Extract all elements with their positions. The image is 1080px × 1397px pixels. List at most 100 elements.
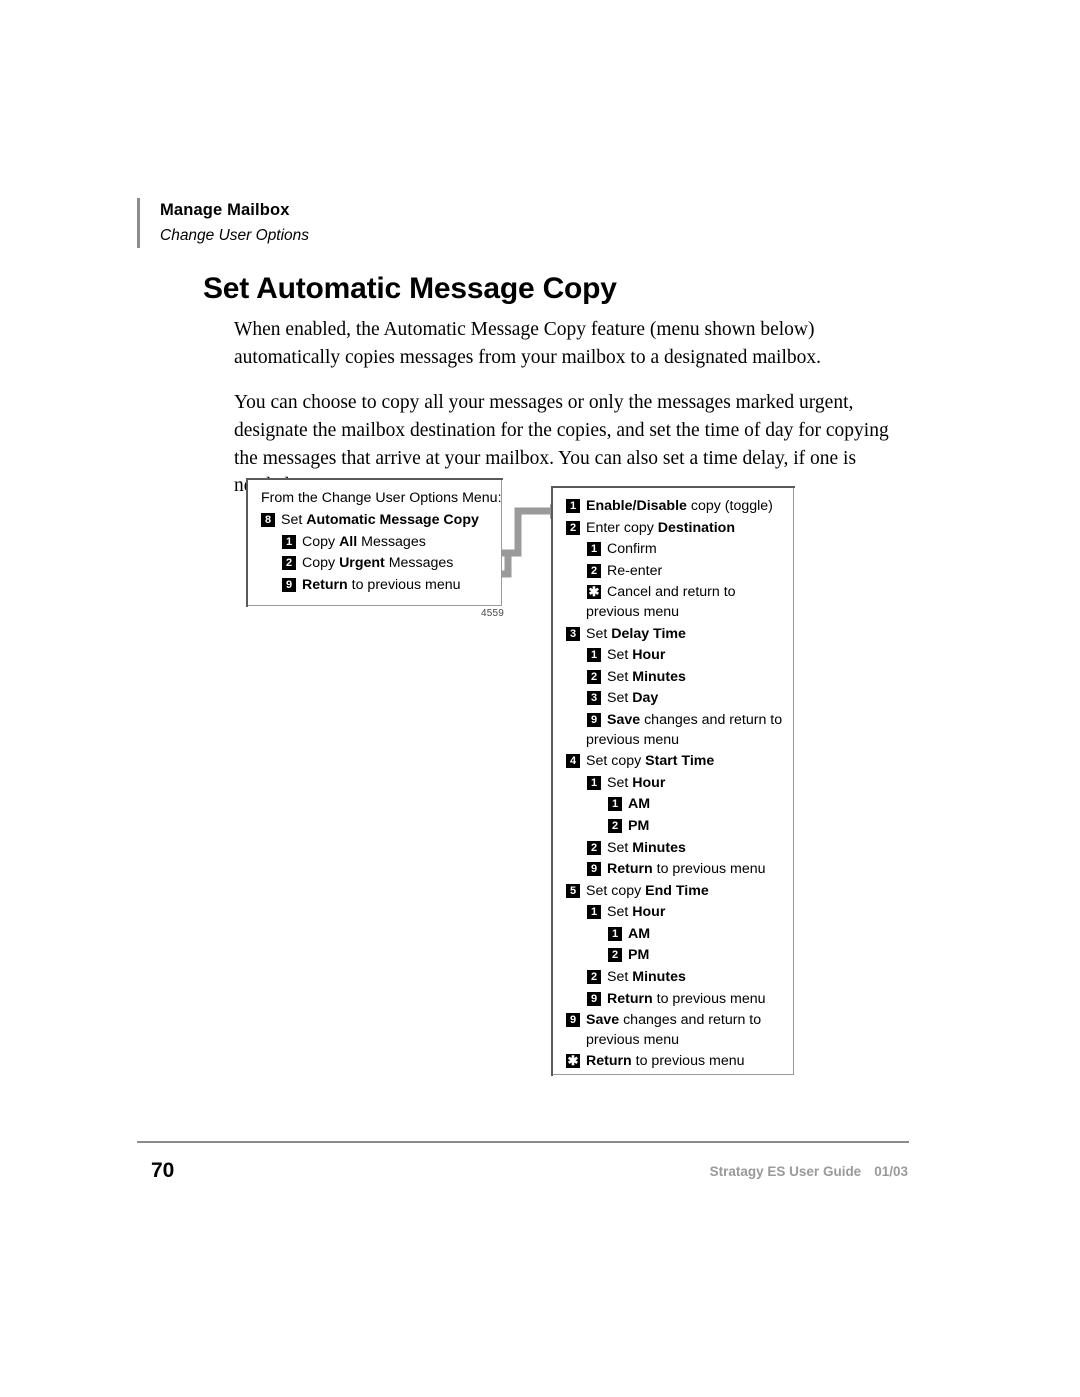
label-emphasis: End Time <box>645 882 709 899</box>
key-badge-1: 1 <box>282 534 296 549</box>
menu-item[interactable]: 1 Confirm <box>587 542 783 556</box>
key-badge-9: 9 <box>587 712 601 727</box>
key-badge-2: 2 <box>587 669 601 684</box>
label-emphasis: Destination <box>657 519 736 536</box>
menu-item[interactable]: ✱ Return to previous menu <box>566 1053 783 1070</box>
label-suffix: to previous menu <box>652 861 766 878</box>
menu-item-continuation: previous menu <box>586 731 680 748</box>
menu-item[interactable]: 9 Save changes and return to <box>587 713 783 727</box>
menu-item[interactable]: 8 Set Automatic Message Copy <box>261 513 491 527</box>
menu-item-label: Set Minutes <box>607 839 686 856</box>
menu-item-label: Set Hour <box>607 648 665 662</box>
key-badge-2: 2 <box>282 556 296 571</box>
key-badge-3: 3 <box>566 626 580 641</box>
footer-guide-info: Stratagy ES User Guide 01/03 <box>710 1164 908 1179</box>
left-menu-box: From the Change User Options Menu: 8 Set… <box>245 477 503 607</box>
label-suffix: to previous menu <box>631 1053 745 1070</box>
label-prefix: Enter copy <box>586 519 658 536</box>
menu-item[interactable]: 2 Copy Urgent Messages <box>282 556 491 570</box>
label-emphasis: PM <box>628 817 650 834</box>
label-prefix: Set <box>607 839 633 856</box>
menu-item[interactable]: 5 Set copy End Time <box>566 884 783 898</box>
menu-item[interactable]: 2 PM <box>608 819 783 833</box>
label-emphasis: Hour <box>632 647 666 664</box>
page-number: 70 <box>151 1159 175 1182</box>
menu-item-label: Re-enter <box>607 564 662 578</box>
menu-item[interactable]: 9 Return to previous menu <box>587 992 783 1006</box>
label-emphasis: AM <box>628 925 651 942</box>
menu-item[interactable]: 9 Return to previous menu <box>282 578 491 592</box>
menu-item-label: AM <box>628 927 650 941</box>
menu-item-label: Save changes and return to <box>607 713 782 727</box>
label-prefix: Set <box>607 668 633 685</box>
menu-item-label: Set copy Start Time <box>586 754 714 768</box>
key-badge-9: 9 <box>282 577 296 592</box>
menu-item[interactable]: 1 Set Hour <box>587 776 783 790</box>
label-emphasis: Hour <box>632 774 666 791</box>
menu-item-label: Copy Urgent Messages <box>302 555 454 572</box>
key-badge-star: ✱ <box>566 1053 580 1069</box>
label-emphasis: Minutes <box>632 668 686 685</box>
menu-item[interactable]: 2 PM <box>608 948 783 963</box>
menu-item[interactable]: ✱ Cancel and return to <box>587 585 783 599</box>
key-badge-9: 9 <box>566 1013 580 1028</box>
menu-item[interactable]: 3 Set Day <box>587 691 783 705</box>
key-badge-2: 2 <box>587 563 601 578</box>
menu-item-label: Return to previous menu <box>607 992 766 1006</box>
label-emphasis: AM <box>628 796 651 813</box>
menu-item-label: Set Hour <box>607 905 665 919</box>
key-badge-2: 2 <box>608 948 622 963</box>
menu-item[interactable]: 2 Re-enter <box>587 564 783 578</box>
menu-item[interactable]: 2 Set Minutes <box>587 839 783 856</box>
label-emphasis: Save <box>586 1012 620 1029</box>
label-prefix: Set <box>607 774 633 791</box>
menu-item[interactable]: 2 Set Minutes <box>587 970 783 984</box>
document-page: Manage Mailbox Change User Options Set A… <box>0 0 1080 1397</box>
menu-item-label: Set Minutes <box>607 970 686 984</box>
connector-arrows <box>441 504 566 578</box>
key-badge-1: 1 <box>608 797 622 812</box>
label-emphasis: Start Time <box>645 753 715 770</box>
label-prefix: Cancel and return to <box>607 584 736 601</box>
label-prefix: Re-enter <box>607 562 663 579</box>
menu-item[interactable]: 3 Set Delay Time <box>566 625 783 642</box>
menu-item[interactable]: 1 AM <box>608 797 783 811</box>
label-suffix: to previous menu <box>652 990 766 1007</box>
menu-item[interactable]: 1 Copy All Messages <box>282 535 491 549</box>
menu-item[interactable]: 1 Enable/Disable copy (toggle) <box>566 499 783 513</box>
label-prefix: Set copy <box>586 753 646 770</box>
menu-item-label: Set Automatic Message Copy <box>281 512 479 529</box>
key-badge-3: 3 <box>587 691 601 706</box>
menu-item-label: Set Hour <box>607 776 665 790</box>
label-emphasis: Return <box>586 1053 632 1070</box>
menu-item[interactable]: 2 Enter copy Destination <box>566 519 783 536</box>
menu-item[interactable]: 1 Set Hour <box>587 905 783 919</box>
key-badge-2: 2 <box>566 520 580 535</box>
key-badge-4: 4 <box>566 754 580 769</box>
menu-item-label: Confirm <box>607 542 657 556</box>
menu-item[interactable]: 4 Set copy Start Time <box>566 754 783 768</box>
menu-item-label: Copy All Messages <box>302 533 426 550</box>
menu-item[interactable]: 9 Return to previous menu <box>587 862 783 876</box>
key-badge-9: 9 <box>587 991 601 1006</box>
menu-item-label: Set Delay Time <box>586 625 686 642</box>
key-badge-8: 8 <box>261 513 275 528</box>
label-suffix: changes and return to <box>640 711 783 728</box>
label-emphasis: PM <box>628 947 650 964</box>
menu-item[interactable]: 1 Set Hour <box>587 648 783 662</box>
key-badge-2: 2 <box>587 970 601 985</box>
menu-item[interactable]: 9 Save changes and return to <box>566 1013 783 1027</box>
footer-date: 01/03 <box>874 1164 908 1179</box>
menu-item[interactable]: 1 AM <box>608 927 783 941</box>
label-emphasis: Delay Time <box>611 625 686 642</box>
menu-item-label: PM <box>628 948 649 962</box>
menu-item-label: Return to previous menu <box>607 862 766 876</box>
right-menu-list: 1 Enable/Disable copy (toggle) 2 Enter copy… <box>552 487 793 1077</box>
menu-item-label: Cancel and return to <box>607 585 736 599</box>
label-prefix: Set <box>607 647 633 664</box>
label-emphasis: Hour <box>632 904 666 921</box>
label-suffix: copy (toggle) <box>686 498 773 514</box>
left-menu-intro: From the Change User Options Menu: <box>261 490 502 506</box>
menu-item[interactable]: 2 Set Minutes <box>587 670 783 684</box>
key-badge-1: 1 <box>608 926 622 941</box>
